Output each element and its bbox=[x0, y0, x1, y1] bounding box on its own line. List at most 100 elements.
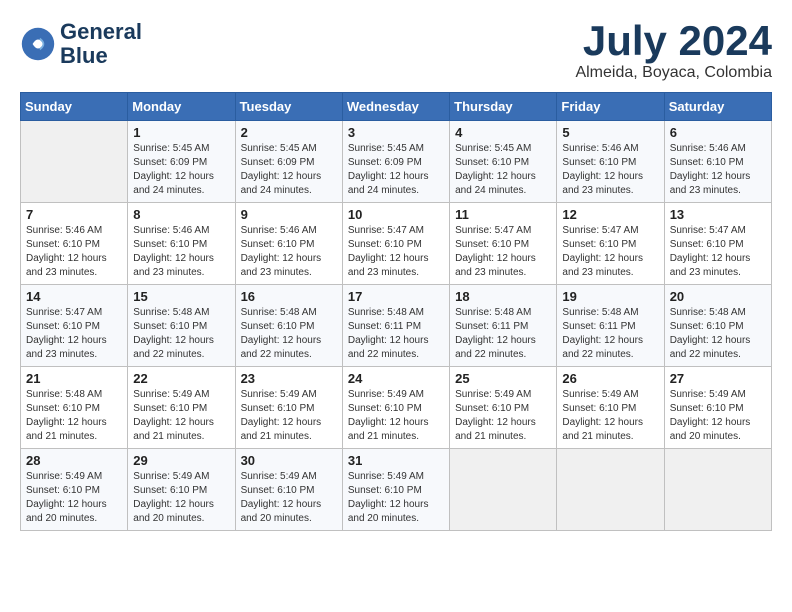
sunrise-text: Sunrise: 5:47 AM bbox=[455, 224, 551, 238]
week-row-4: 21Sunrise: 5:48 AMSunset: 6:10 PMDayligh… bbox=[21, 367, 772, 449]
day-number: 23 bbox=[241, 371, 337, 386]
day-info: Sunrise: 5:49 AMSunset: 6:10 PMDaylight:… bbox=[348, 388, 444, 444]
day-info: Sunrise: 5:48 AMSunset: 6:10 PMDaylight:… bbox=[133, 306, 229, 362]
sunrise-text: Sunrise: 5:49 AM bbox=[241, 470, 337, 484]
day-info: Sunrise: 5:49 AMSunset: 6:10 PMDaylight:… bbox=[562, 388, 658, 444]
day-info: Sunrise: 5:47 AMSunset: 6:10 PMDaylight:… bbox=[455, 224, 551, 280]
day-number: 12 bbox=[562, 207, 658, 222]
daylight-text: Daylight: 12 hours and 20 minutes. bbox=[670, 416, 766, 444]
sunset-text: Sunset: 6:10 PM bbox=[348, 484, 444, 498]
day-info: Sunrise: 5:47 AMSunset: 6:10 PMDaylight:… bbox=[348, 224, 444, 280]
sunset-text: Sunset: 6:10 PM bbox=[562, 402, 658, 416]
day-info: Sunrise: 5:49 AMSunset: 6:10 PMDaylight:… bbox=[133, 388, 229, 444]
logo: General Blue bbox=[20, 20, 142, 68]
day-number: 20 bbox=[670, 289, 766, 304]
sunrise-text: Sunrise: 5:46 AM bbox=[26, 224, 122, 238]
sunrise-text: Sunrise: 5:48 AM bbox=[348, 306, 444, 320]
calendar-cell: 23 Sunrise: 5:49 AMSunset: 6:10 PMDayligh… bbox=[235, 367, 342, 449]
day-number: 1 bbox=[133, 125, 229, 140]
calendar-cell: 21Sunrise: 5:48 AMSunset: 6:10 PMDayligh… bbox=[21, 367, 128, 449]
calendar-cell: 30Sunrise: 5:49 AMSunset: 6:10 PMDayligh… bbox=[235, 449, 342, 531]
calendar-cell: 12 Sunrise: 5:47 AMSunset: 6:10 PMDayligh… bbox=[557, 203, 664, 285]
daylight-text: Daylight: 12 hours and 21 minutes. bbox=[241, 416, 337, 444]
daylight-text: Daylight: 12 hours and 23 minutes. bbox=[562, 252, 658, 280]
day-number: 28 bbox=[26, 453, 122, 468]
header-wednesday: Wednesday bbox=[342, 93, 449, 121]
day-number: 7 bbox=[26, 207, 122, 222]
day-info: Sunrise: 5:48 AMSunset: 6:11 PMDaylight:… bbox=[562, 306, 658, 362]
daylight-text: Daylight: 12 hours and 24 minutes. bbox=[133, 170, 229, 198]
sunrise-text: Sunrise: 5:49 AM bbox=[348, 388, 444, 402]
daylight-text: Daylight: 12 hours and 24 minutes. bbox=[455, 170, 551, 198]
sunset-text: Sunset: 6:10 PM bbox=[26, 320, 122, 334]
day-info: Sunrise: 5:48 AMSunset: 6:10 PMDaylight:… bbox=[241, 306, 337, 362]
week-row-5: 28 Sunrise: 5:49 AM Sunset: 6:10 PM Dayligh… bbox=[21, 449, 772, 531]
calendar-cell bbox=[664, 449, 771, 531]
daylight-text: Daylight: 12 hours and 21 minutes. bbox=[26, 416, 122, 444]
day-number: 14 bbox=[26, 289, 122, 304]
calendar-cell: 16Sunrise: 5:48 AMSunset: 6:10 PMDayligh… bbox=[235, 285, 342, 367]
day-info: Sunrise: 5:49 AMSunset: 6:10 PMDaylight:… bbox=[670, 388, 766, 444]
calendar-cell bbox=[21, 121, 128, 203]
sunrise-text: Sunrise: 5:45 AM bbox=[348, 142, 444, 156]
day-number: 13 bbox=[670, 207, 766, 222]
sunrise-text: Sunrise: 5:49 AM bbox=[670, 388, 766, 402]
day-info: Sunrise: 5:49 AMSunset: 6:10 PMDaylight:… bbox=[241, 388, 337, 444]
day-info: Sunrise: 5:46 AMSunset: 6:10 PMDaylight:… bbox=[133, 224, 229, 280]
daylight-text: Daylight: 12 hours and 21 minutes. bbox=[455, 416, 551, 444]
daylight-text: Daylight: 12 hours and 23 minutes. bbox=[562, 170, 658, 198]
sunrise-text: Sunrise: 5:49 AM bbox=[562, 388, 658, 402]
sunrise-text: Sunrise: 5:48 AM bbox=[133, 306, 229, 320]
calendar-cell bbox=[557, 449, 664, 531]
calendar-cell: 22Sunrise: 5:49 AMSunset: 6:10 PMDayligh… bbox=[128, 367, 235, 449]
sunset-text: Sunset: 6:11 PM bbox=[348, 320, 444, 334]
sunrise-text: Sunrise: 5:46 AM bbox=[241, 224, 337, 238]
calendar-cell: 11Sunrise: 5:47 AMSunset: 6:10 PMDayligh… bbox=[450, 203, 557, 285]
sunrise-text: Sunrise: 5:48 AM bbox=[26, 388, 122, 402]
sunset-text: Sunset: 6:10 PM bbox=[133, 484, 229, 498]
sunset-text: Sunset: 6:10 PM bbox=[348, 402, 444, 416]
sunrise-text: Sunrise: 5:45 AM bbox=[455, 142, 551, 156]
calendar-cell: 18Sunrise: 5:48 AMSunset: 6:11 PMDayligh… bbox=[450, 285, 557, 367]
day-info: Sunrise: 5:47 AMSunset: 6:10 PMDaylight:… bbox=[562, 224, 658, 280]
day-info: Sunrise: 5:47 AMSunset: 6:10 PMDaylight:… bbox=[26, 306, 122, 362]
sunrise-text: Sunrise: 5:46 AM bbox=[670, 142, 766, 156]
sunset-text: Sunset: 6:10 PM bbox=[133, 402, 229, 416]
calendar-cell: 7Sunrise: 5:46 AMSunset: 6:10 PMDaylight… bbox=[21, 203, 128, 285]
logo-icon bbox=[20, 26, 56, 62]
sunset-text: Sunset: 6:11 PM bbox=[455, 320, 551, 334]
logo-line1: General bbox=[60, 20, 142, 44]
sunrise-text: Sunrise: 5:48 AM bbox=[241, 306, 337, 320]
daylight-text: Daylight: 12 hours and 23 minutes. bbox=[670, 170, 766, 198]
day-info: Sunrise: 5:48 AMSunset: 6:11 PMDaylight:… bbox=[455, 306, 551, 362]
calendar-cell: 9Sunrise: 5:46 AMSunset: 6:10 PMDaylight… bbox=[235, 203, 342, 285]
calendar-cell: 15Sunrise: 5:48 AMSunset: 6:10 PMDayligh… bbox=[128, 285, 235, 367]
sunset-text: Sunset: 6:10 PM bbox=[348, 238, 444, 252]
calendar-table: SundayMondayTuesdayWednesdayThursdayFrid… bbox=[20, 92, 772, 531]
sunrise-text: Sunrise: 5:47 AM bbox=[26, 306, 122, 320]
calendar-cell: 10Sunrise: 5:47 AMSunset: 6:10 PMDayligh… bbox=[342, 203, 449, 285]
sunset-text: Sunset: 6:10 PM bbox=[670, 238, 766, 252]
calendar-cell: 8Sunrise: 5:46 AMSunset: 6:10 PMDaylight… bbox=[128, 203, 235, 285]
calendar-cell: 29Sunrise: 5:49 AMSunset: 6:10 PMDayligh… bbox=[128, 449, 235, 531]
day-number: 27 bbox=[670, 371, 766, 386]
calendar-cell: 26Sunrise: 5:49 AMSunset: 6:10 PMDayligh… bbox=[557, 367, 664, 449]
day-number: 30 bbox=[241, 453, 337, 468]
sunrise-text: Sunrise: 5:49 AM bbox=[26, 470, 122, 484]
sunset-text: Sunset: 6:10 PM bbox=[670, 156, 766, 170]
day-info: Sunrise: 5:48 AMSunset: 6:10 PMDaylight:… bbox=[670, 306, 766, 362]
day-number: 19 bbox=[562, 289, 658, 304]
day-number: 5 bbox=[562, 125, 658, 140]
header-monday: Monday bbox=[128, 93, 235, 121]
day-info: Sunrise: 5:47 AMSunset: 6:10 PMDaylight:… bbox=[670, 224, 766, 280]
daylight-text: Daylight: 12 hours and 20 minutes. bbox=[241, 498, 337, 526]
daylight-text: Daylight: 12 hours and 23 minutes. bbox=[133, 252, 229, 280]
sunset-text: Sunset: 6:09 PM bbox=[133, 156, 229, 170]
day-number: 24 bbox=[348, 371, 444, 386]
calendar-cell: 28Sunrise: 5:49 AMSunset: 6:10 PMDayligh… bbox=[21, 449, 128, 531]
day-number: 3 bbox=[348, 125, 444, 140]
daylight-text: Daylight: 12 hours and 21 minutes. bbox=[133, 416, 229, 444]
sunset-text: Sunset: 6:10 PM bbox=[455, 402, 551, 416]
page-header: General Blue July 2024 Almeida, Boyaca, … bbox=[20, 20, 772, 82]
daylight-text: Daylight: 12 hours and 24 minutes. bbox=[348, 170, 444, 198]
